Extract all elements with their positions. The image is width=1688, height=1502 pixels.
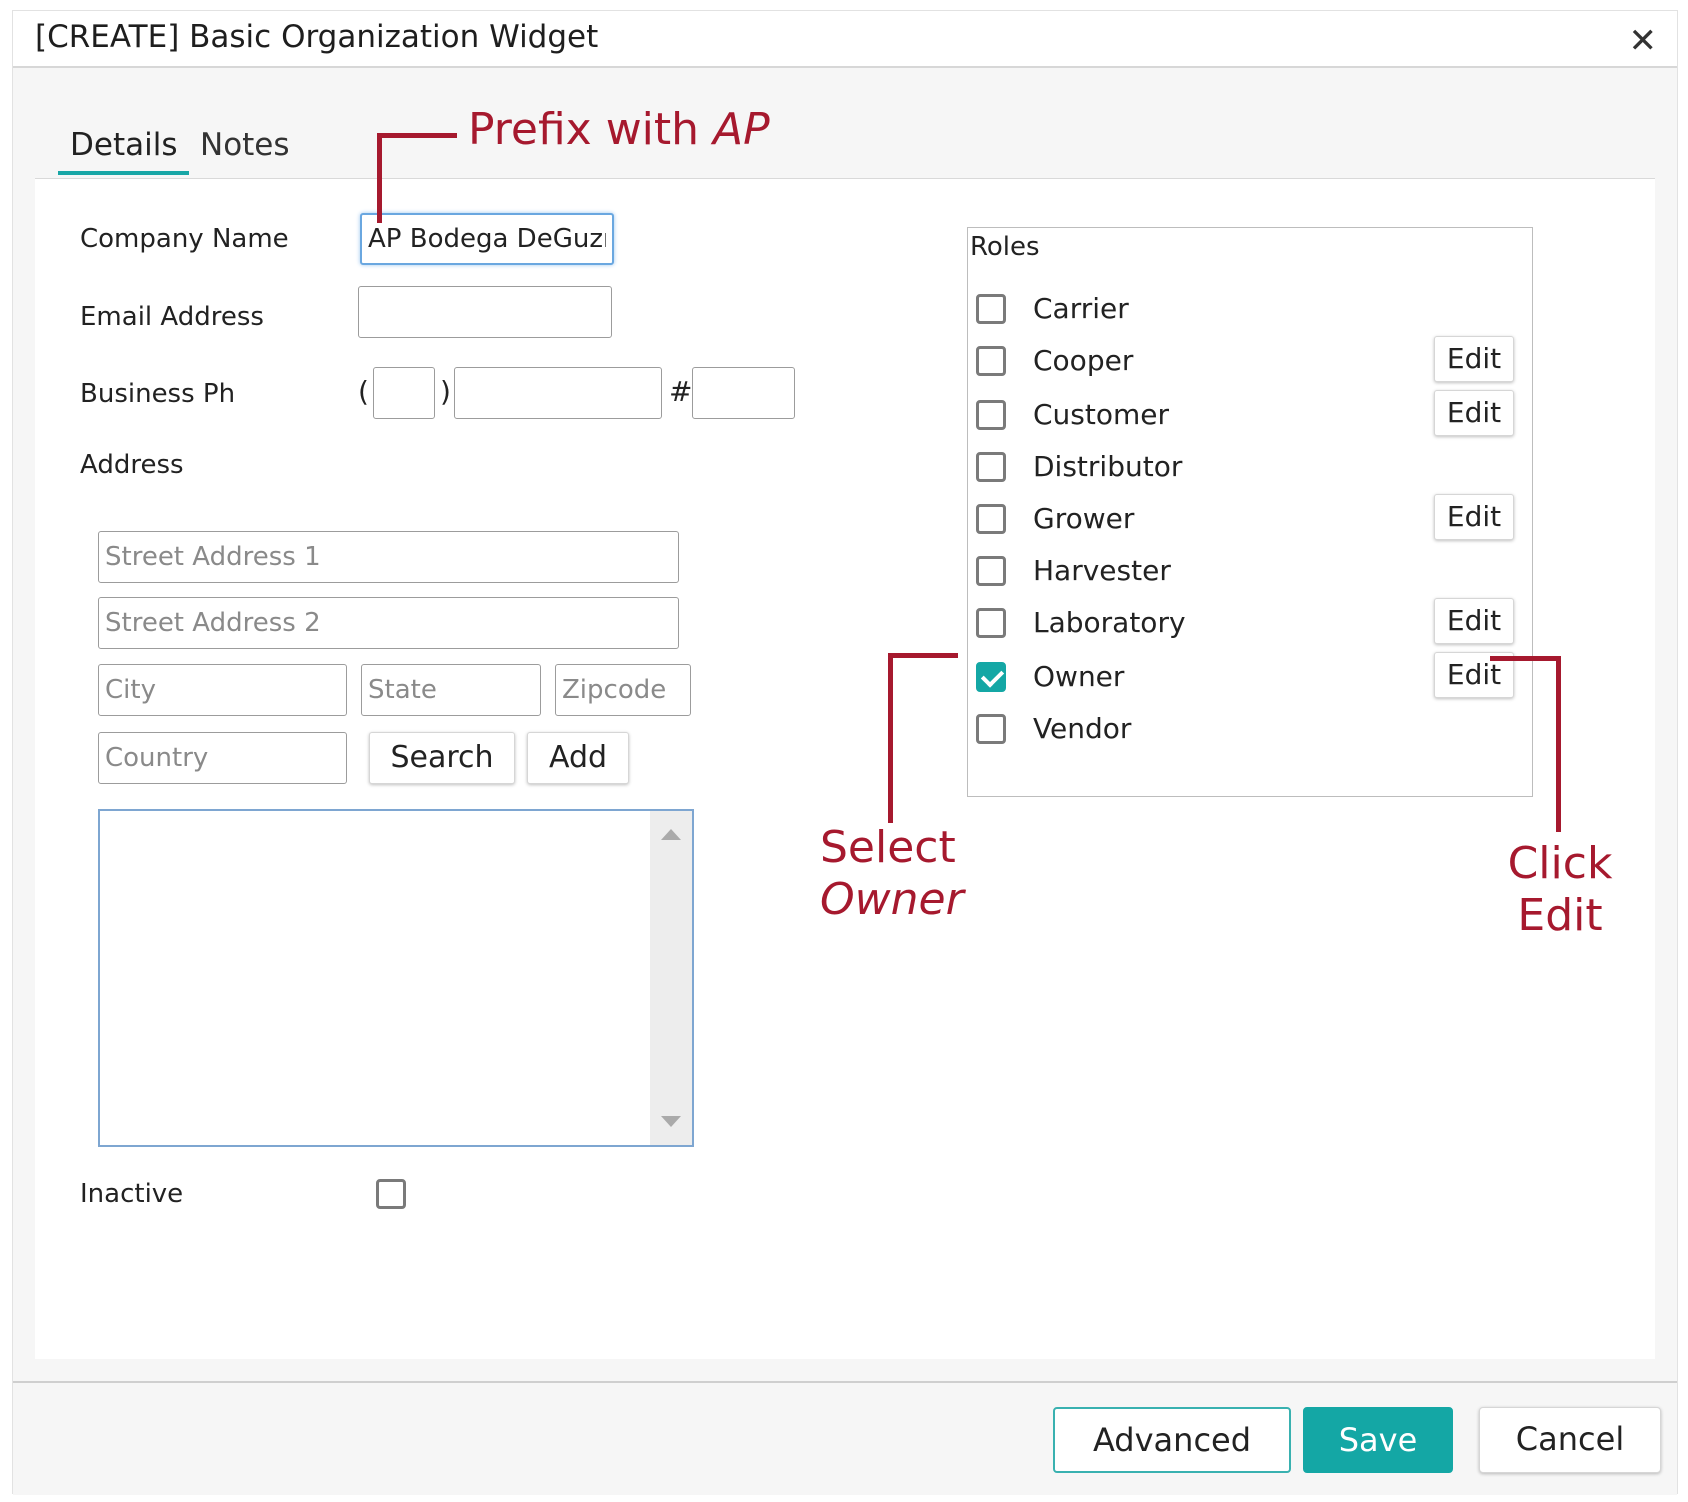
role-label-cooper: Cooper — [1033, 344, 1134, 377]
state-input[interactable] — [361, 664, 541, 716]
email-address-label: Email Address — [80, 302, 264, 332]
annotation-click-text: Click — [1507, 838, 1613, 889]
close-icon[interactable]: ✕ — [1629, 21, 1658, 61]
role-label-distributor: Distributor — [1033, 450, 1183, 483]
dialog-footer: Advanced Save Cancel — [13, 1381, 1677, 1495]
annotation-prefix-leader — [377, 133, 382, 223]
inactive-label: Inactive — [80, 1179, 184, 1209]
role-label-owner: Owner — [1033, 660, 1125, 693]
add-button[interactable]: Add — [527, 732, 629, 784]
save-button[interactable]: Save — [1303, 1407, 1453, 1473]
role-checkbox-carrier[interactable] — [976, 294, 1006, 324]
role-checkbox-harvester[interactable] — [976, 556, 1006, 586]
phone-area-code-input[interactable] — [373, 367, 435, 419]
annotation-prefix: Prefix with AP — [468, 104, 770, 155]
phone-number-input[interactable] — [454, 367, 662, 419]
company-name-input[interactable] — [360, 213, 614, 265]
role-label-grower: Grower — [1033, 502, 1135, 535]
role-label-customer: Customer — [1033, 398, 1170, 431]
roles-panel: Roles Carrier Cooper Edit Customer Edit Distr… — [967, 227, 1533, 797]
company-name-label: Company Name — [80, 224, 289, 254]
search-button[interactable]: Search — [369, 732, 515, 784]
cancel-button[interactable]: Cancel — [1479, 1407, 1661, 1473]
annotation-select-emphasis: Owner — [820, 874, 964, 925]
role-checkbox-cooper[interactable] — [976, 346, 1006, 376]
tab-details[interactable]: Details — [58, 119, 190, 175]
annotation-prefix-text: Prefix with — [468, 104, 714, 155]
role-label-carrier: Carrier — [1033, 292, 1129, 325]
phone-extension-input[interactable] — [692, 367, 795, 419]
street-address-1-input[interactable] — [98, 531, 679, 583]
zipcode-input[interactable] — [555, 664, 691, 716]
role-edit-button-laboratory[interactable]: Edit — [1434, 598, 1514, 644]
annotation-select-leader — [888, 653, 893, 823]
role-checkbox-owner[interactable] — [976, 662, 1006, 692]
role-label-harvester: Harvester — [1033, 554, 1171, 587]
business-phone-label: Business Ph — [80, 379, 236, 409]
role-row-owner: Owner Edit — [974, 652, 1524, 704]
address-label: Address — [80, 450, 184, 480]
role-checkbox-distributor[interactable] — [976, 452, 1006, 482]
country-input[interactable] — [98, 732, 347, 784]
role-row-carrier: Carrier — [974, 284, 1524, 336]
annotation-select-connector — [888, 653, 958, 658]
phone-close-paren: ) — [440, 375, 451, 408]
inactive-checkbox[interactable] — [376, 1179, 406, 1209]
annotation-select-text: Select — [820, 822, 956, 873]
annotation-edit-connector — [1490, 656, 1560, 661]
tab-notes[interactable]: Notes — [188, 119, 302, 171]
address-results-list[interactable] — [98, 809, 694, 1147]
role-label-laboratory: Laboratory — [1033, 606, 1186, 639]
role-row-laboratory: Laboratory Edit — [974, 598, 1524, 650]
annotation-edit-text: Edit — [1517, 890, 1603, 941]
phone-open-paren: ( — [358, 375, 369, 408]
role-row-distributor: Distributor — [974, 442, 1524, 494]
role-edit-button-customer[interactable]: Edit — [1434, 390, 1514, 436]
role-row-grower: Grower Edit — [974, 494, 1524, 546]
role-row-cooper: Cooper Edit — [974, 336, 1524, 388]
role-checkbox-vendor[interactable] — [976, 714, 1006, 744]
phone-hash-symbol: # — [669, 375, 693, 408]
email-address-input[interactable] — [358, 286, 612, 338]
list-scrollbar[interactable] — [650, 811, 692, 1145]
role-edit-button-grower[interactable]: Edit — [1434, 494, 1514, 540]
role-label-vendor: Vendor — [1033, 712, 1132, 745]
scroll-down-arrow-icon[interactable] — [661, 1116, 681, 1127]
role-row-customer: Customer Edit — [974, 390, 1524, 442]
city-input[interactable] — [98, 664, 347, 716]
annotation-prefix-emphasis: AP — [713, 104, 770, 155]
role-row-harvester: Harvester — [974, 546, 1524, 598]
role-checkbox-grower[interactable] — [976, 504, 1006, 534]
dialog-titlebar: [CREATE] Basic Organization Widget ✕ — [13, 11, 1677, 68]
advanced-button[interactable]: Advanced — [1053, 1407, 1291, 1473]
role-edit-button-cooper[interactable]: Edit — [1434, 336, 1514, 382]
role-checkbox-laboratory[interactable] — [976, 608, 1006, 638]
annotation-select-owner: Select Owner — [820, 822, 964, 926]
annotation-prefix-connector — [377, 133, 457, 138]
scroll-up-arrow-icon[interactable] — [661, 829, 681, 840]
roles-title: Roles — [970, 232, 1040, 262]
annotation-click-edit: Click Edit — [1505, 838, 1615, 942]
dialog-title: [CREATE] Basic Organization Widget — [35, 19, 599, 55]
organization-dialog: [CREATE] Basic Organization Widget ✕ Det… — [12, 10, 1678, 1495]
annotation-edit-leader — [1556, 656, 1561, 832]
role-checkbox-customer[interactable] — [976, 400, 1006, 430]
street-address-2-input[interactable] — [98, 597, 679, 649]
role-row-vendor: Vendor — [974, 704, 1524, 756]
